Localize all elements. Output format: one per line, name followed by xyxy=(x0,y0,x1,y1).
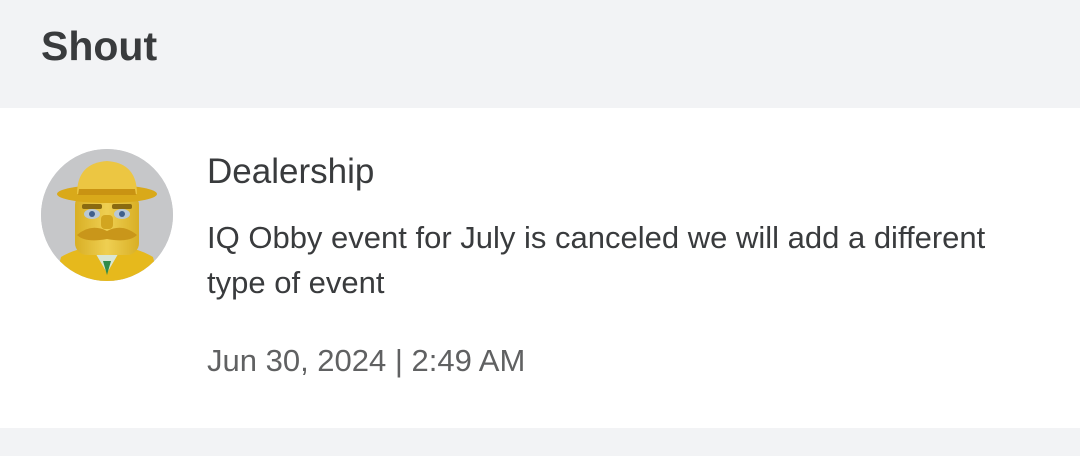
shout-message: IQ Obby event for July is canceled we wi… xyxy=(207,220,986,300)
author-name[interactable]: Dealership xyxy=(207,150,374,194)
shout-card: Dealership IQ Obby event for July is can… xyxy=(0,108,1080,428)
shout-header: Shout xyxy=(0,0,1080,108)
section-title: Shout xyxy=(41,23,158,69)
user-avatar-icon xyxy=(41,149,173,281)
shout-timestamp: Jun 30, 2024 | 2:49 AM xyxy=(207,343,526,378)
author-avatar[interactable] xyxy=(41,149,173,281)
footer-divider xyxy=(0,428,1080,456)
